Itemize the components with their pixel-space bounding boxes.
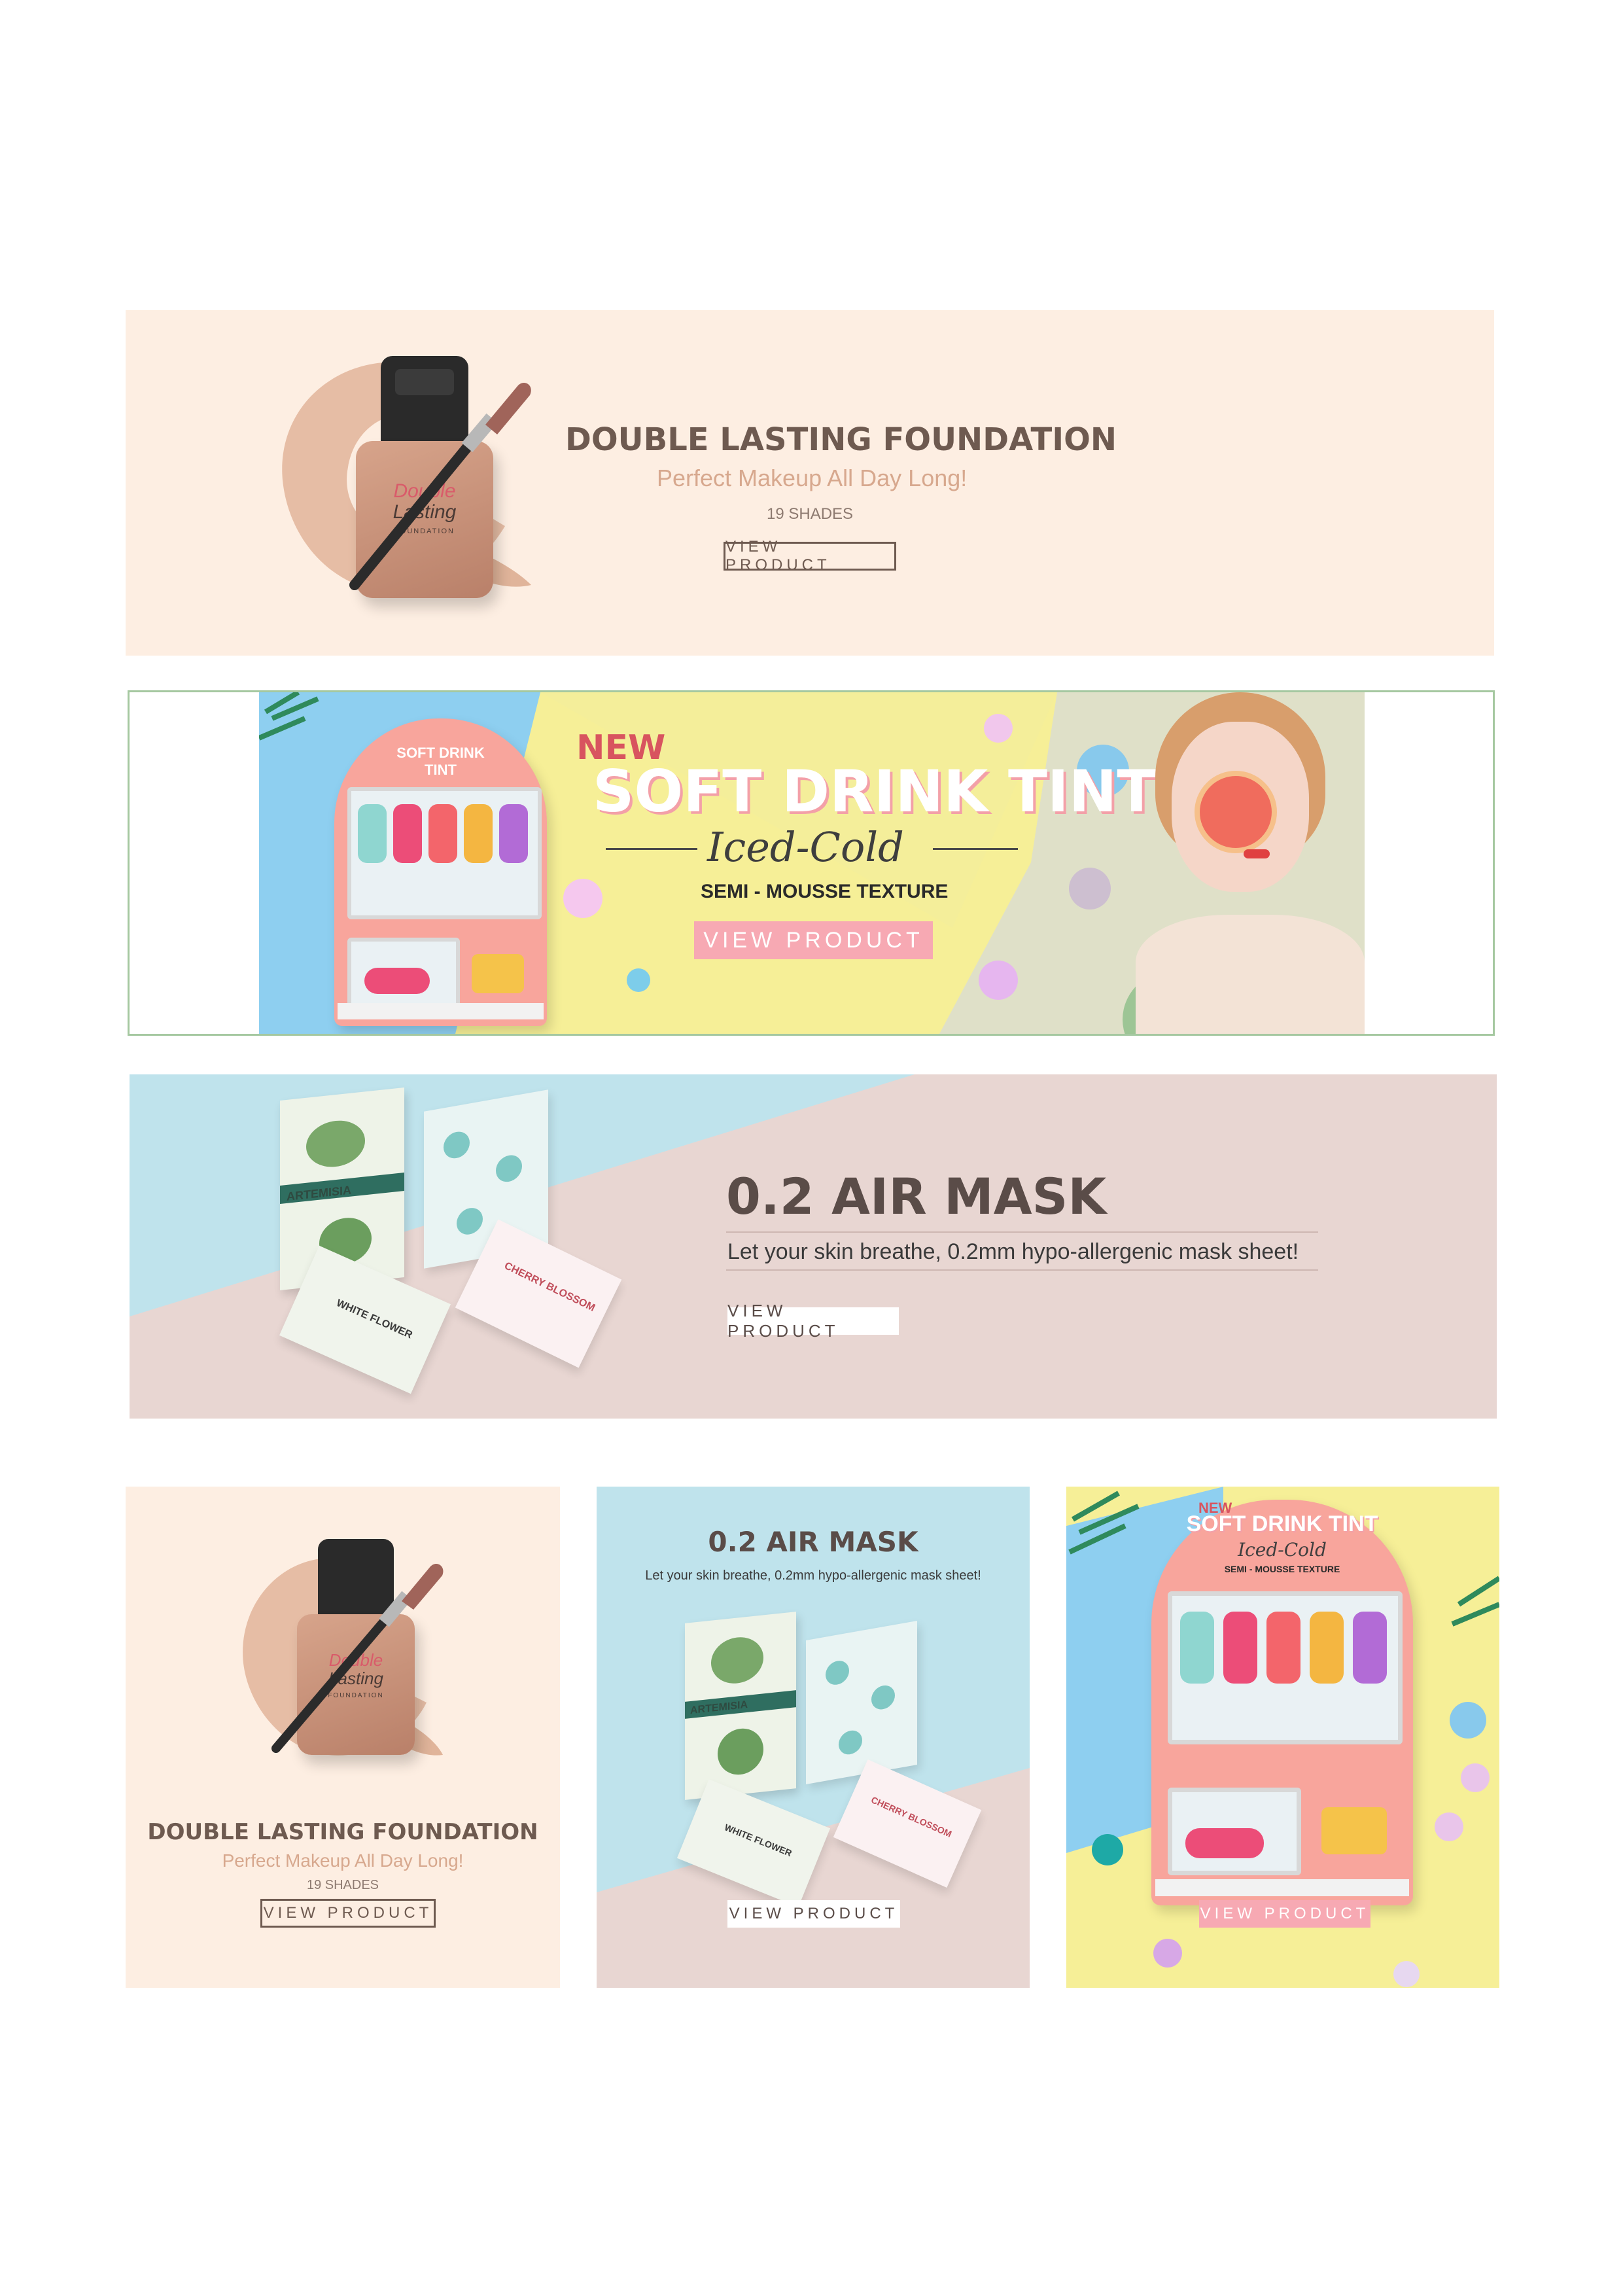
page-title: DOUBLE LASTING FOUNDATION [565,421,1117,458]
vending-machine-image [1151,1500,1413,1905]
vending-machine-image: SOFT DRINK TINT [334,718,547,1026]
foundation-banner-square[interactable]: Double Lasting FOUNDATION DOUBLE LASTING… [126,1487,560,1988]
page-title: SOFT DRINK TINT [593,758,1157,825]
pack-label: CHERRY BLOSSOM [502,1260,597,1314]
subtitle: Let your skin breathe, 0.2mm hypo-allerg… [727,1239,1299,1264]
script-line-right [933,848,1018,850]
shade-count: 19 SHADES [767,505,854,523]
texture-text: SEMI - MOUSSE TEXTURE [701,881,949,902]
model-photo [1136,692,1365,1034]
subtitle: Let your skin breathe, 0.2mm hypo-allerg… [645,1568,981,1583]
brush-image [349,382,531,590]
machine-title: SOFT DRINK TINT [396,745,485,778]
shade-count: 19 SHADES [306,1878,379,1892]
subtitle-rule-top [726,1231,1318,1233]
subtitle: Perfect Makeup All Day Long! [222,1850,464,1871]
page-title: 0.2 AIR MASK [726,1167,1107,1226]
view-product-button[interactable]: VIEW PRODUCT [694,921,933,959]
mask-banner-square[interactable]: 0.2 AIR MASK Let your skin breathe, 0.2m… [597,1487,1030,1988]
mask-banner-wide[interactable]: ARTEMISIA WHITE FLOWER CHERRY BLOSSOM 0.… [130,1074,1497,1419]
page-title: SOFT DRINK TINT [1186,1511,1378,1536]
script-title: Iced-Cold [1238,1539,1327,1561]
subtitle-rule-bottom [726,1269,1318,1271]
mask-pack-blue [806,1621,917,1784]
texture-text: SEMI - MOUSSE TEXTURE [1224,1564,1340,1574]
mask-pack-artemisia: ARTEMISIA [685,1612,796,1800]
brush-image [271,1563,444,1753]
view-product-button[interactable]: VIEW PRODUCT [727,1900,900,1928]
page-title: 0.2 AIR MASK [708,1526,918,1558]
tint-banner-square[interactable]: NEW SOFT DRINK TINT Iced-Cold SEMI - MOU… [1066,1487,1499,1988]
script-line-left [606,848,697,850]
view-product-button[interactable]: VIEW PRODUCT [724,538,896,574]
pack-label: CHERRY BLOSSOM [869,1794,954,1840]
view-product-button[interactable]: VIEW PRODUCT [260,1899,436,1928]
view-product-button[interactable]: VIEW PRODUCT [727,1301,899,1341]
foundation-banner-wide[interactable]: Double Lasting FOUNDATION DOUBLE LASTING… [126,310,1494,656]
subtitle: Perfect Makeup All Day Long! [657,465,968,491]
tint-banner-wide[interactable]: SOFT DRINK TINT NEW SOFT DRINK TINT Iced… [259,692,1365,1034]
script-title: Iced-Cold [707,823,904,871]
page-title: DOUBLE LASTING FOUNDATION [147,1819,538,1845]
view-product-button[interactable]: VIEW PRODUCT [1199,1900,1370,1928]
pack-label: WHITE FLOWER [723,1822,794,1859]
pack-label: WHITE FLOWER [334,1297,414,1341]
